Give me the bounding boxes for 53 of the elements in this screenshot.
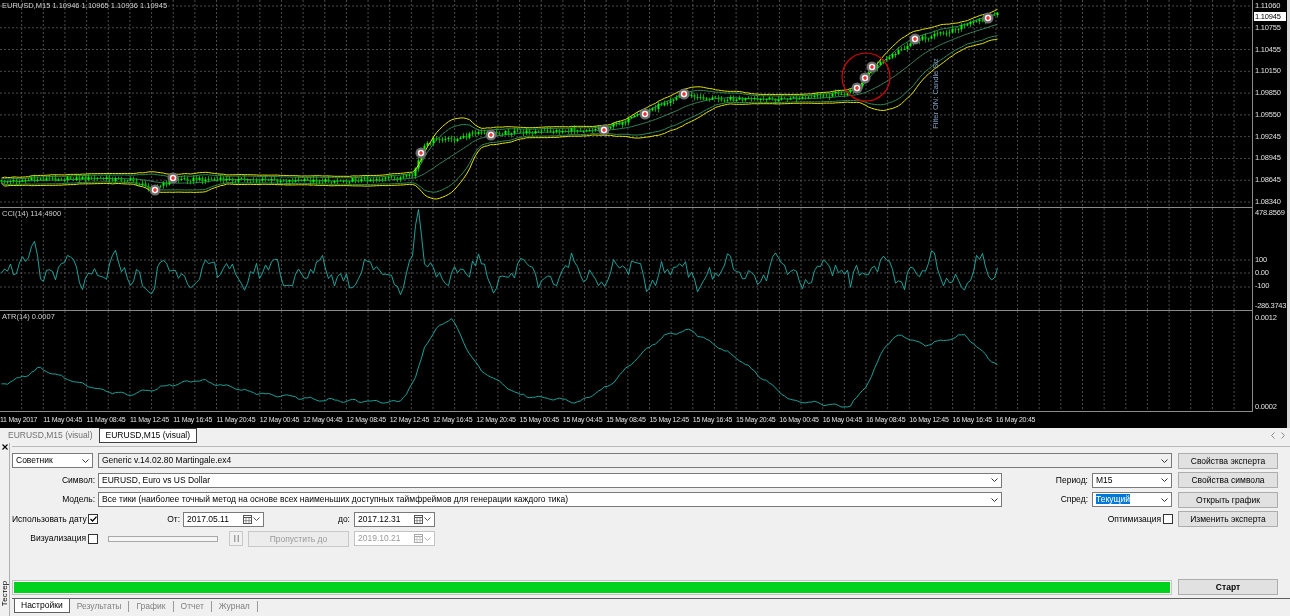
caret-icon	[1161, 458, 1168, 463]
calendar-icon	[243, 514, 252, 524]
model-dropdown[interactable]: Все тики (наиболее точный метод на основе всех наименьших доступных таймфреймов для генерации каждого тика)	[98, 492, 1002, 507]
model-label: Модель:	[61, 494, 96, 505]
tester-tab[interactable]: Журнал	[211, 600, 258, 612]
date-from-field[interactable]: 2017.05.11	[183, 511, 264, 527]
caret-icon	[1161, 497, 1168, 502]
caret-icon	[991, 497, 998, 502]
caret-icon	[1161, 478, 1168, 482]
scroll-right-icon[interactable]	[1281, 432, 1285, 439]
symbol-dropdown[interactable]: EURUSD, Euro vs US Dollar	[98, 472, 1002, 488]
spread-label: Спред:	[1059, 494, 1089, 505]
optimization-checkbox[interactable]	[1163, 514, 1173, 524]
open-chart-button[interactable]: Открыть график	[1178, 491, 1278, 508]
optimization-label: Оптимизация	[1107, 513, 1162, 525]
checkmark-icon	[89, 516, 97, 522]
calendar-icon	[414, 534, 423, 543]
trade-marker-icon	[982, 12, 994, 24]
highlight-circle	[841, 52, 891, 102]
chart-tab[interactable]: EURUSD,M15 (visual)	[98, 428, 198, 443]
tester-tab[interactable]: Отчет	[173, 600, 212, 612]
chart-tab[interactable]: EURUSD,M15 (visual)	[2, 428, 99, 443]
mode-dropdown[interactable]: Советник	[12, 453, 93, 468]
panel-title: Тестер	[0, 580, 9, 606]
use-date-label: Использовать дату	[12, 513, 88, 525]
use-date-checkbox[interactable]	[88, 514, 98, 524]
caret-icon	[253, 517, 260, 521]
pause-icon	[233, 535, 239, 542]
caret-icon	[991, 478, 998, 482]
expert-properties-button[interactable]: Свойства эксперта	[1178, 452, 1278, 469]
close-icon[interactable]	[1, 444, 8, 450]
period-label: Период:	[1054, 474, 1089, 486]
tester-tab[interactable]: График	[129, 600, 174, 612]
symbol-properties-button[interactable]: Свойства символа	[1178, 472, 1278, 488]
date-to-label: до:	[336, 513, 351, 525]
date-to-field[interactable]: 2017.12.31	[354, 511, 435, 527]
modify-expert-button[interactable]: Изменить эксперта	[1178, 511, 1278, 527]
symbol-label: Символ:	[61, 474, 96, 486]
start-button[interactable]: Старт	[1178, 579, 1278, 595]
period-dropdown[interactable]: M15	[1092, 472, 1172, 488]
caret-icon	[424, 536, 431, 541]
scroll-left-icon[interactable]	[1271, 432, 1275, 439]
caret-icon	[424, 517, 431, 521]
visualization-checkbox[interactable]	[88, 533, 98, 544]
visualization-label: Визуализация	[29, 533, 87, 544]
calendar-icon	[414, 514, 423, 524]
speed-slider-track[interactable]	[108, 535, 218, 542]
expert-dropdown[interactable]: Generic v.14.02.80 Martingale.ex4	[98, 453, 1172, 468]
tester-tab[interactable]: Результаты	[69, 600, 130, 612]
tester-tab[interactable]: Настройки	[14, 599, 70, 613]
spread-dropdown[interactable]: Текущий	[1092, 492, 1172, 507]
date-from-label: От:	[166, 513, 181, 525]
caret-icon	[82, 458, 89, 463]
